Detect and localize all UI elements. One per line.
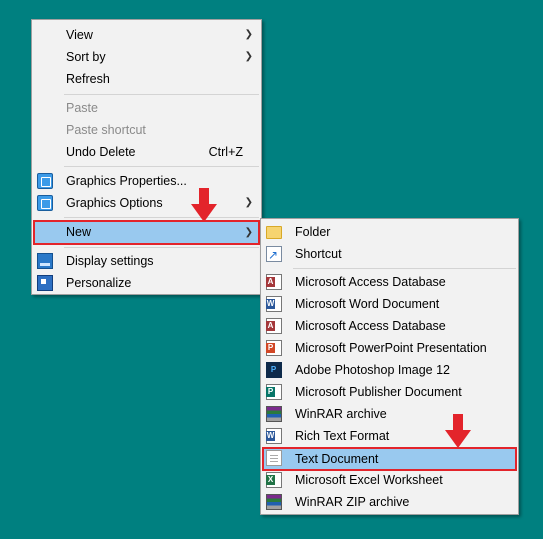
submenu-item-photoshop-image[interactable]: P Adobe Photoshop Image 12 [262, 359, 517, 381]
desktop: { "context_menu": { "items": [ {"label":… [0, 0, 543, 539]
menu-separator [64, 217, 259, 218]
menu-item-label: Graphics Options [66, 196, 163, 210]
menu-item-label: Refresh [66, 72, 110, 86]
new-submenu: Folder Shortcut A Microsoft Access Datab… [260, 218, 519, 515]
chevron-right-icon: ❯ [244, 197, 253, 208]
submenu-item-access-database[interactable]: A Microsoft Access Database [262, 271, 517, 293]
menu-item-paste: Paste [33, 97, 260, 119]
menu-item-personalize[interactable]: Personalize [33, 272, 260, 294]
folder-icon [266, 226, 282, 239]
submenu-item-rich-text-format[interactable]: W Rich Text Format [262, 425, 517, 447]
access-icon: A [266, 274, 282, 290]
powerpoint-icon: P [266, 340, 282, 356]
menu-item-label: Undo Delete [66, 145, 136, 159]
submenu-item-label: Microsoft Word Document [295, 297, 440, 311]
red-down-arrow-icon [445, 414, 471, 448]
menu-separator [293, 268, 516, 269]
menu-item-undo-delete[interactable]: Undo Delete Ctrl+Z [33, 141, 260, 163]
chevron-right-icon: ❯ [244, 227, 253, 238]
menu-item-graphics-options[interactable]: Graphics Options ❯ [33, 192, 260, 214]
winrar-zip-icon [266, 494, 282, 510]
submenu-item-excel-worksheet[interactable]: X Microsoft Excel Worksheet [262, 469, 517, 491]
menu-item-new[interactable]: New ❯ [33, 220, 260, 245]
submenu-item-label: Text Document [295, 452, 379, 466]
chevron-right-icon: ❯ [244, 29, 253, 40]
menu-item-label: Sort by [66, 50, 106, 64]
desktop-context-menu: View ❯ Sort by ❯ Refresh Paste Paste sho… [31, 19, 262, 295]
red-down-arrow-icon [191, 188, 217, 222]
menu-item-label: New [66, 225, 92, 239]
graphics-icon [37, 195, 53, 211]
submenu-item-label: Adobe Photoshop Image 12 [295, 363, 450, 377]
menu-separator [64, 166, 259, 167]
excel-icon: X [266, 472, 282, 488]
submenu-item-winrar-archive[interactable]: WinRAR archive [262, 403, 517, 425]
menu-item-label: Display settings [66, 254, 154, 268]
submenu-item-powerpoint-presentation[interactable]: P Microsoft PowerPoint Presentation [262, 337, 517, 359]
submenu-item-label: Folder [295, 225, 331, 239]
submenu-item-shortcut[interactable]: Shortcut [262, 243, 517, 266]
access-icon: A [266, 318, 282, 334]
text-document-icon [266, 450, 282, 466]
menu-item-sort-by[interactable]: Sort by ❯ [33, 46, 260, 68]
submenu-item-label: Microsoft Access Database [295, 319, 446, 333]
menu-item-display-settings[interactable]: Display settings [33, 250, 260, 272]
winrar-icon [266, 406, 282, 422]
submenu-item-winrar-zip-archive[interactable]: WinRAR ZIP archive [262, 491, 517, 513]
submenu-item-label: Microsoft Publisher Document [295, 385, 462, 399]
submenu-item-label: WinRAR archive [295, 407, 387, 421]
menu-item-label: Paste [66, 101, 98, 115]
submenu-item-label: Shortcut [295, 247, 342, 261]
photoshop-icon: P [266, 362, 282, 378]
menu-item-refresh[interactable]: Refresh [33, 68, 260, 90]
submenu-item-label: Rich Text Format [295, 429, 390, 443]
menu-item-graphics-properties[interactable]: Graphics Properties... [33, 170, 260, 192]
submenu-item-folder[interactable]: Folder [262, 221, 517, 243]
chevron-right-icon: ❯ [244, 51, 253, 62]
personalize-icon [37, 275, 53, 291]
word-icon: W [266, 296, 282, 312]
display-icon [37, 253, 53, 269]
graphics-icon [37, 173, 53, 189]
submenu-item-word-document[interactable]: W Microsoft Word Document [262, 293, 517, 315]
menu-separator [64, 94, 259, 95]
menu-item-label: Graphics Properties... [66, 174, 187, 188]
menu-item-label: Personalize [66, 276, 132, 290]
submenu-item-access-database-2[interactable]: A Microsoft Access Database [262, 315, 517, 337]
submenu-item-publisher-document[interactable]: P Microsoft Publisher Document [262, 381, 517, 403]
shortcut-icon [266, 244, 282, 266]
submenu-item-label: Microsoft Excel Worksheet [295, 473, 443, 487]
menu-item-label: Paste shortcut [66, 123, 146, 137]
menu-item-shortcut: Ctrl+Z [208, 145, 243, 159]
submenu-item-label: WinRAR ZIP archive [295, 495, 410, 509]
menu-item-label: View [66, 28, 93, 42]
submenu-item-label: Microsoft PowerPoint Presentation [295, 341, 487, 355]
wordpad-icon: W [266, 428, 282, 444]
publisher-icon: P [266, 384, 282, 400]
menu-separator [64, 247, 259, 248]
menu-item-view[interactable]: View ❯ [33, 24, 260, 46]
menu-item-paste-shortcut: Paste shortcut [33, 119, 260, 141]
submenu-item-label: Microsoft Access Database [295, 275, 446, 289]
submenu-item-text-document[interactable]: Text Document [262, 447, 517, 471]
